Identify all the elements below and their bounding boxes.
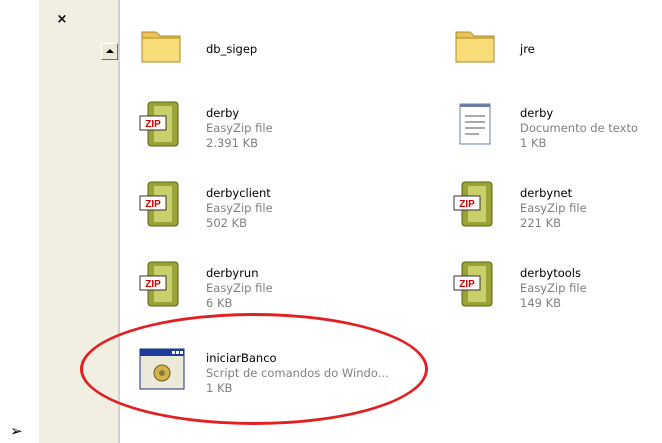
file-name: db_sigep (206, 42, 258, 56)
file-size: 1 KB (206, 381, 233, 395)
svg-text:ZIP: ZIP (145, 119, 161, 130)
zip-icon: ZIP (139, 101, 179, 147)
zip-icon: ZIP (139, 181, 179, 227)
scroll-up-button[interactable] (101, 43, 118, 60)
file-size: 1 KB (520, 136, 547, 150)
file-name: derbytools (520, 266, 581, 280)
close-pane-button[interactable]: × (55, 13, 69, 27)
file-type: EasyZip file (206, 121, 273, 135)
file-size: 6 KB (206, 296, 233, 310)
zip-icon: ZIP (453, 181, 493, 227)
file-size: 221 KB (520, 216, 562, 230)
file-type: Documento de texto (520, 121, 639, 135)
file-name: derbynet (520, 186, 573, 200)
text-document-icon (459, 103, 491, 145)
folder-icon (455, 31, 495, 63)
file-name: derby (206, 106, 240, 120)
zip-icon: ZIP (139, 261, 179, 307)
file-type: EasyZip file (520, 201, 587, 215)
file-type: EasyZip file (206, 201, 273, 215)
zip-icon: ZIP (453, 261, 493, 307)
svg-text:ZIP: ZIP (459, 199, 475, 210)
file-name: derbyclient (206, 186, 271, 200)
file-size: 502 KB (206, 216, 248, 230)
batch-script-icon (139, 348, 185, 390)
file-size: 2.391 KB (206, 136, 259, 150)
file-name: iniciarBanco (206, 351, 277, 365)
folders-task-pane (39, 0, 120, 443)
svg-text:ZIP: ZIP (145, 279, 161, 290)
bullet-arrow: ➢ (10, 422, 23, 440)
file-type: EasyZip file (520, 281, 587, 295)
folder-icon (141, 31, 181, 63)
file-name: derbyrun (206, 266, 259, 280)
file-name: derby (520, 106, 554, 120)
file-type: Script de comandos do Windo... (206, 366, 389, 380)
svg-text:ZIP: ZIP (459, 279, 475, 290)
file-name: jre (520, 42, 535, 56)
svg-text:ZIP: ZIP (145, 199, 161, 210)
file-type: EasyZip file (206, 281, 273, 295)
file-size: 149 KB (520, 296, 562, 310)
pane-divider (118, 0, 120, 443)
